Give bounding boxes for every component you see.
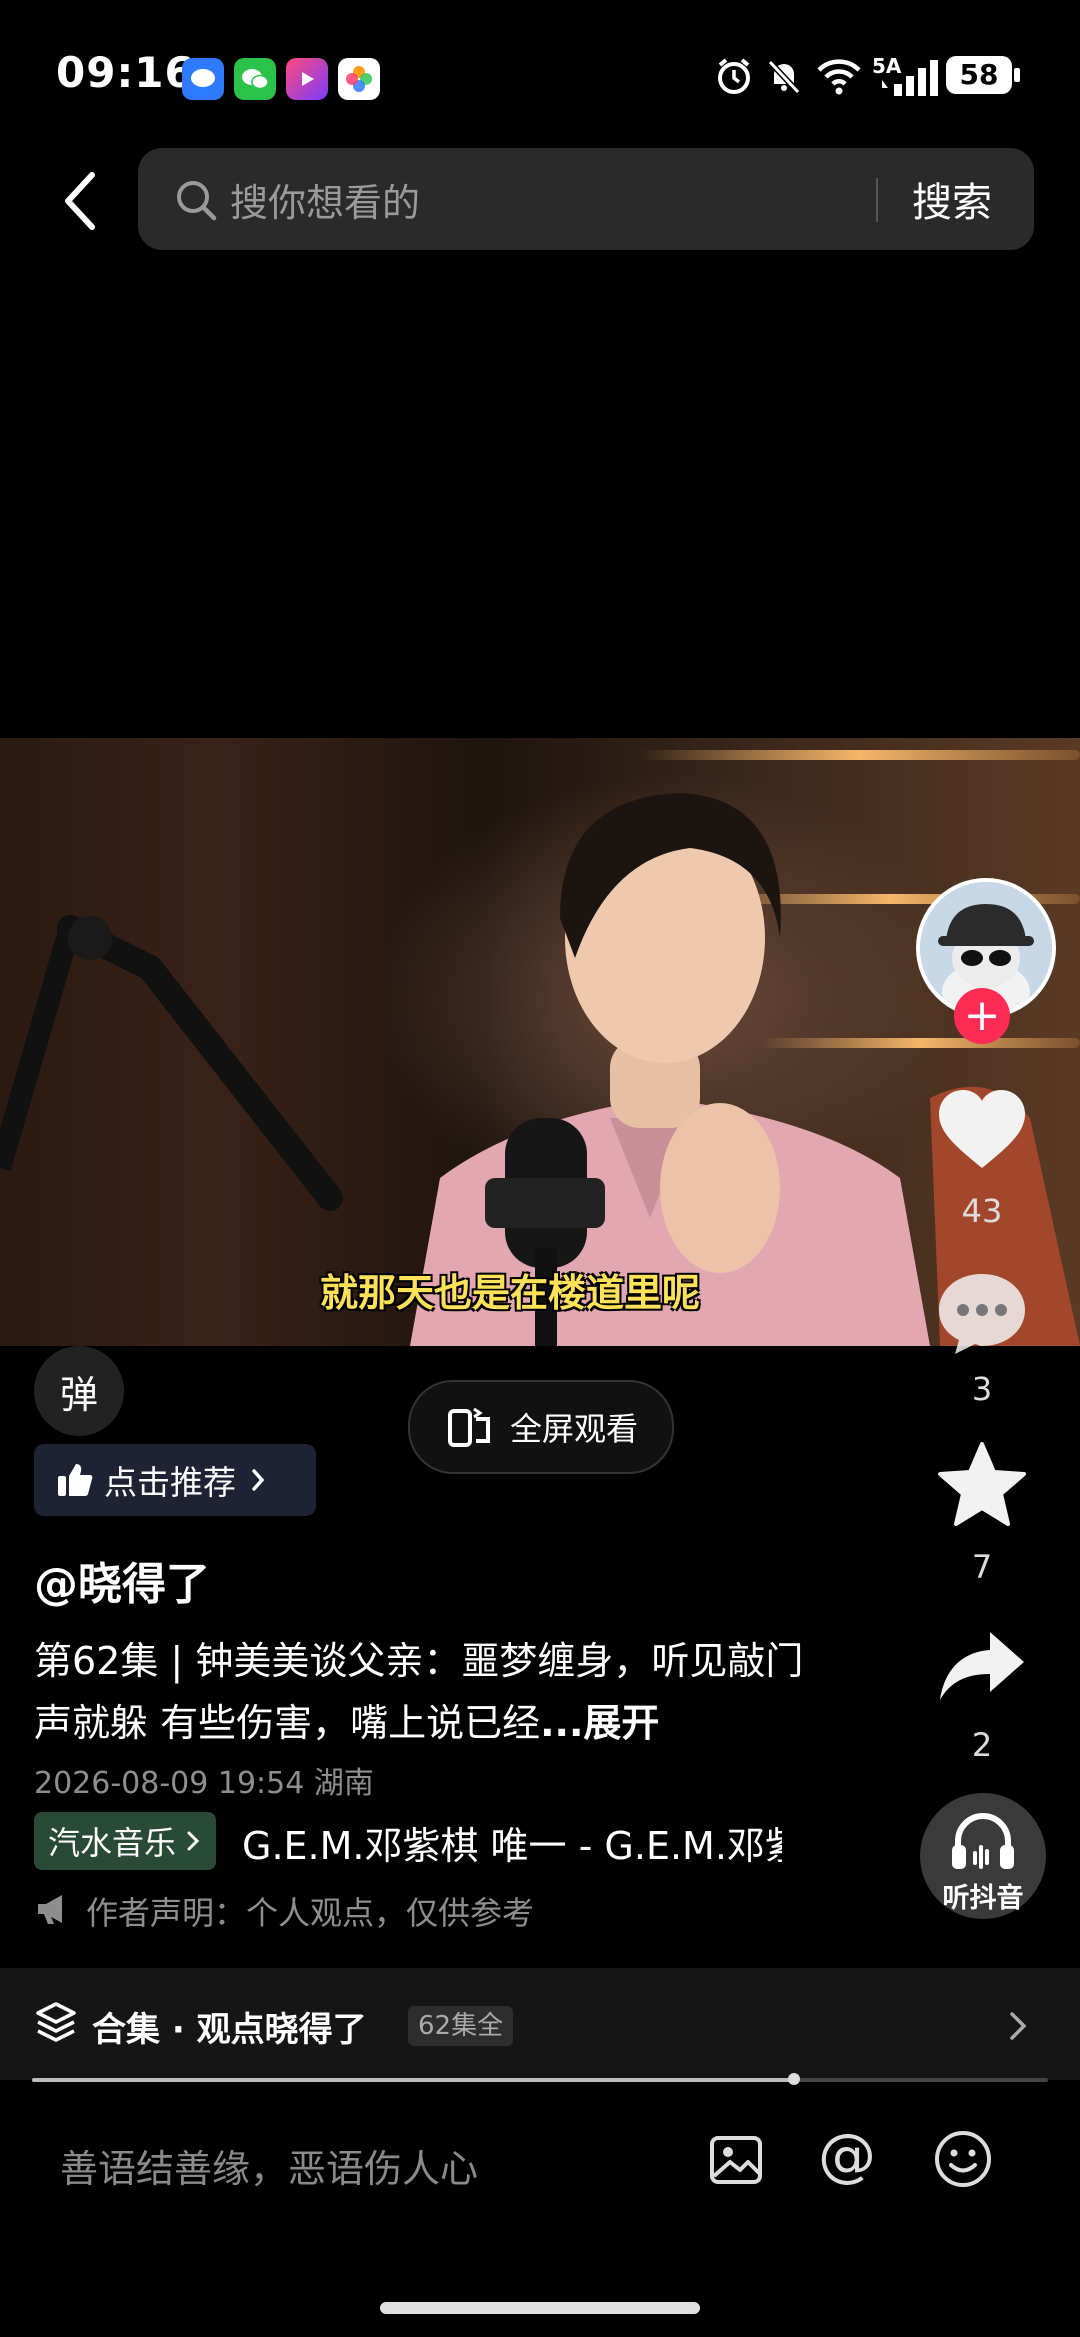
listen-label: 听抖音 xyxy=(942,1883,1024,1914)
chevron-right-icon xyxy=(1004,2006,1032,2050)
search-icon xyxy=(174,178,218,226)
fullscreen-button[interactable]: 全屏观看 xyxy=(408,1380,674,1474)
message-icon xyxy=(182,58,224,100)
emoji-icon xyxy=(935,2131,991,2187)
battery-indicator: 58 xyxy=(946,56,1012,94)
share-arrow-icon xyxy=(940,1632,1024,1700)
rotate-screen-icon xyxy=(447,1407,490,1447)
fullscreen-label: 全屏观看 xyxy=(509,1410,638,1448)
plus-icon: + xyxy=(963,990,1001,1041)
music-tag-label: 汽水音乐 xyxy=(48,1824,177,1862)
video-title-text: 第62集 | 钟美美谈父亲：噩梦缠身，听见敲门声就躲 有些伤害，嘴上说已经 xyxy=(34,1639,804,1745)
search-divider xyxy=(876,178,878,222)
follow-button[interactable]: + xyxy=(954,988,1010,1044)
back-button[interactable] xyxy=(50,162,110,240)
layers-icon xyxy=(34,2000,78,2048)
recommend-button[interactable]: 点击推荐 xyxy=(34,1444,316,1516)
chevron-right-icon xyxy=(187,1831,200,1851)
video-app-icon xyxy=(286,58,328,100)
image-icon xyxy=(710,2136,762,2184)
favorite-count: 7 xyxy=(971,1548,993,1586)
like-count: 43 xyxy=(961,1192,1003,1230)
star-icon xyxy=(938,1442,1026,1526)
author-name[interactable]: @晓得了 xyxy=(34,1548,210,1612)
expand-link[interactable]: ...展开 xyxy=(540,1701,659,1745)
status-time: 09:16 xyxy=(56,48,195,97)
wifi-icon xyxy=(816,56,862,100)
comment-button[interactable] xyxy=(932,1270,1032,1356)
progress-fill xyxy=(32,2078,794,2082)
recommend-label: 点击推荐 xyxy=(104,1463,236,1502)
emoji-button[interactable] xyxy=(932,2128,994,2194)
headphones-icon xyxy=(952,1813,1014,1869)
comment-icon xyxy=(939,1274,1025,1354)
like-button[interactable] xyxy=(932,1088,1032,1172)
heart-icon xyxy=(939,1090,1025,1168)
home-indicator[interactable] xyxy=(380,2302,700,2314)
image-picker-button[interactable] xyxy=(706,2130,766,2194)
author-statement: 作者声明：个人观点，仅供参考 xyxy=(86,1894,535,1932)
thumbs-up-icon xyxy=(58,1464,93,1496)
collection-title: 合集 · 观点晓得了 xyxy=(92,2010,367,2050)
video-scene xyxy=(0,793,1080,1346)
collection-episode-badge: 62集全 xyxy=(408,2006,514,2046)
back-arrow-icon xyxy=(65,172,95,230)
danmaku-toggle[interactable]: 弹 xyxy=(34,1346,124,1436)
search-button[interactable]: 搜索 xyxy=(912,170,992,228)
photos-icon xyxy=(338,58,380,100)
search-placeholder: 搜你想看的 xyxy=(230,181,421,225)
comment-input[interactable]: 善语结善缘，恶语伤人心 xyxy=(60,2138,478,2193)
favorite-button[interactable] xyxy=(932,1440,1032,1528)
music-title[interactable]: G.E.M.邓紫棋 唯一 - G.E.M.邓紫棋 xyxy=(242,1815,782,1870)
video-player[interactable] xyxy=(0,738,1080,1346)
video-subtitle: 就那天也是在楼道里呢 xyxy=(320,1270,701,1315)
megaphone-icon xyxy=(34,1892,74,1930)
mention-button[interactable]: @ xyxy=(818,2126,876,2184)
mute-icon xyxy=(764,56,804,100)
wechat-icon xyxy=(234,58,276,100)
progress-knob[interactable] xyxy=(788,2073,800,2085)
share-button[interactable] xyxy=(932,1628,1032,1704)
battery-cap xyxy=(1014,68,1020,82)
video-title[interactable]: 第62集 | 钟美美谈父亲：噩梦缠身，听见敲门声就躲 有些伤害，嘴上说已经...… xyxy=(34,1630,834,1754)
alarm-icon xyxy=(714,56,754,100)
post-meta: 2026-08-09 19:54 湖南 xyxy=(34,1766,374,1801)
chevron-right-icon xyxy=(252,1469,265,1491)
signal-icon xyxy=(880,60,938,100)
music-app-tag[interactable]: 汽水音乐 xyxy=(34,1812,217,1870)
comment-count: 3 xyxy=(971,1370,993,1408)
share-count: 2 xyxy=(971,1726,993,1764)
